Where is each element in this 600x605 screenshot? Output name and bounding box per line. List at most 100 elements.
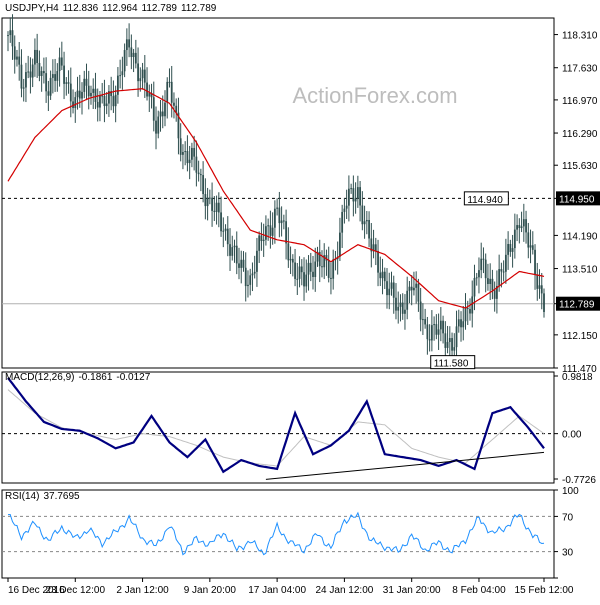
candle (341, 204, 344, 248)
candle-body (484, 259, 487, 279)
candle (27, 55, 30, 79)
candle (439, 307, 442, 342)
candle-body (341, 211, 344, 233)
candle-body (125, 39, 128, 51)
candle (339, 217, 341, 261)
candle (166, 77, 169, 119)
candle-body (419, 301, 422, 320)
candle (273, 200, 276, 244)
candle (433, 316, 436, 341)
candle-body (491, 278, 494, 291)
candle (125, 28, 128, 66)
candle-body (522, 219, 525, 227)
candle (150, 83, 153, 109)
candle (179, 123, 182, 162)
candle (51, 59, 54, 94)
candle-body (487, 278, 489, 284)
candle (265, 215, 267, 246)
candle (370, 223, 373, 268)
candle (119, 59, 122, 89)
candle-body (489, 278, 492, 284)
candle-body (159, 111, 162, 117)
candle (22, 78, 25, 102)
candle (242, 251, 245, 272)
x-tick-label: 31 Jan 20:00 (383, 585, 441, 596)
candle (386, 268, 388, 309)
candle (164, 90, 166, 127)
candle (520, 211, 523, 233)
candle (543, 288, 545, 318)
candle-body (31, 64, 34, 78)
candle (260, 222, 263, 251)
candle (85, 63, 88, 101)
candle-body (251, 273, 254, 276)
candle-body (475, 277, 478, 279)
candle (58, 47, 61, 87)
candle-body (226, 228, 229, 245)
candle-body (114, 94, 117, 107)
candle (168, 68, 171, 88)
candle-body (202, 175, 205, 195)
candle (377, 239, 379, 287)
candle-body (361, 205, 364, 225)
candle-body (96, 101, 99, 108)
candle-body (421, 319, 424, 321)
candle (361, 191, 364, 231)
candle (397, 291, 400, 324)
candle-body (462, 321, 465, 328)
candle-body (78, 90, 81, 99)
candle-body (27, 71, 30, 73)
candle (190, 142, 193, 168)
candle-body (525, 219, 527, 233)
candle (318, 239, 321, 283)
candle-body (289, 258, 292, 261)
candle-body (269, 225, 272, 236)
candle (289, 246, 292, 275)
candle (143, 55, 146, 98)
candle-body (536, 274, 539, 289)
candle-body (347, 188, 350, 206)
candle (7, 31, 9, 52)
candle-body (130, 47, 133, 58)
candle-body (34, 49, 36, 65)
candle (226, 216, 229, 257)
candle-body (146, 82, 148, 97)
candle-body (500, 269, 503, 272)
candle (103, 79, 106, 123)
candle-body (352, 188, 355, 202)
candle (123, 43, 126, 78)
candle (16, 49, 18, 67)
candle (457, 309, 460, 333)
candle-body (480, 258, 483, 271)
candle (502, 260, 505, 282)
candle (253, 255, 256, 279)
candle-body (307, 262, 310, 275)
candle (303, 257, 305, 301)
candle (11, 14, 14, 60)
candle-body (137, 63, 139, 82)
candle (157, 110, 160, 139)
candle (487, 263, 489, 291)
candle (314, 247, 317, 292)
candle (211, 182, 213, 227)
candle-body (25, 72, 27, 88)
macd-y-tick-label: 0.9818 (562, 372, 593, 383)
candle (56, 63, 59, 92)
candle-body (206, 197, 209, 207)
candle-body (244, 267, 247, 287)
candle (159, 99, 162, 132)
candle-body (466, 307, 469, 309)
candle (231, 235, 234, 261)
candle (381, 258, 384, 295)
candle-body (85, 78, 88, 86)
candle (368, 211, 370, 248)
candle (410, 275, 413, 306)
candle-body (444, 333, 447, 348)
candle (516, 214, 518, 242)
candle (235, 231, 238, 275)
candle-body (231, 247, 234, 256)
price-y-tick-label: 118.310 (562, 31, 598, 42)
candle-body (235, 245, 238, 264)
candle-body (220, 212, 222, 232)
candle-body (498, 269, 501, 286)
